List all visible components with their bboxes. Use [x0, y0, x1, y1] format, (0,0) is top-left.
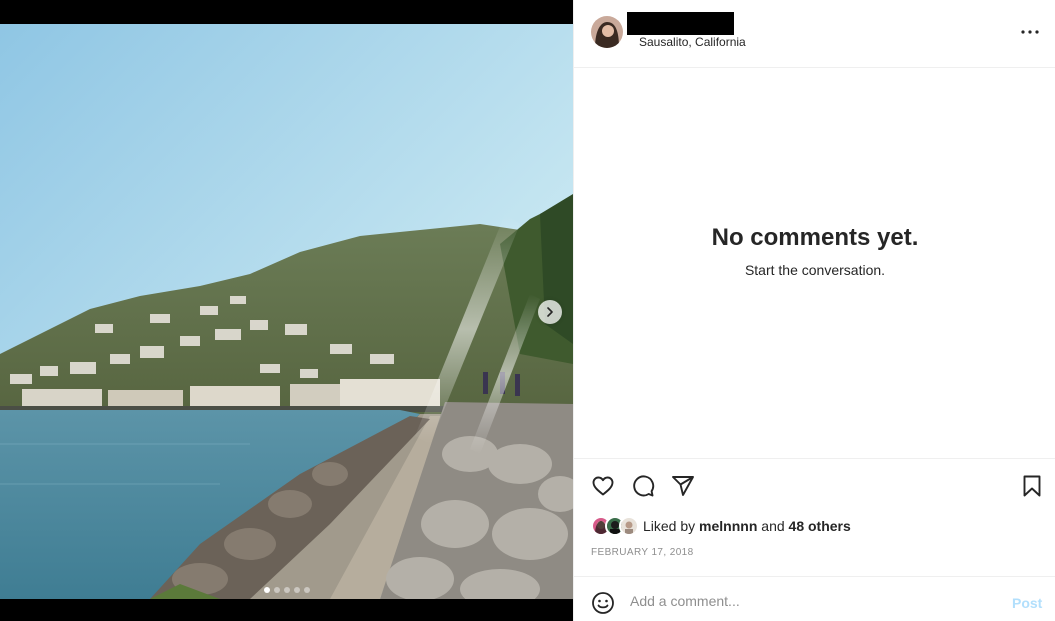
save-button[interactable]: [1020, 474, 1044, 498]
carousel-dot: [263, 587, 270, 593]
username-redacted[interactable]: [627, 12, 734, 35]
empty-comments-title: No comments yet.: [711, 224, 919, 251]
comment-bubble-icon: [633, 475, 655, 497]
bookmark-icon: [1023, 475, 1041, 497]
chevron-right-icon: [547, 307, 553, 317]
comment-input[interactable]: [630, 589, 1000, 613]
post-media: [0, 0, 573, 621]
post-actions: Liked by melnnnn and 48 others FEBRUARY …: [574, 458, 1055, 576]
more-horizontal-icon: [1021, 30, 1039, 34]
post-date[interactable]: FEBRUARY 17, 2018: [591, 547, 694, 558]
carousel-dot: [273, 587, 280, 593]
avatar-photo: [591, 16, 623, 48]
comment-composer: Post: [574, 576, 1055, 621]
carousel-indicator: [0, 587, 573, 593]
post-header: Sausalito, California: [574, 0, 1055, 68]
emoji-button[interactable]: [591, 591, 615, 615]
carousel-dot: [283, 587, 290, 593]
liked-by-text: Liked by melnnnn and 48 others: [643, 518, 851, 534]
liker-username-link[interactable]: melnnnn: [699, 518, 757, 534]
post-photo[interactable]: [0, 24, 573, 599]
avatar[interactable]: [591, 16, 623, 48]
liked-by-conjunction: and: [761, 518, 785, 534]
comments-area: No comments yet. Start the conversation.: [574, 69, 1055, 458]
share-button[interactable]: [671, 474, 695, 498]
liked-by: Liked by melnnnn and 48 others: [591, 515, 851, 537]
like-button[interactable]: [591, 474, 615, 498]
liker-avatar[interactable]: [619, 516, 639, 536]
post-modal: Sausalito, California No comments yet. S…: [0, 0, 1055, 621]
others-likes-link[interactable]: 48 others: [789, 518, 851, 534]
comment-button[interactable]: [631, 474, 655, 498]
paper-plane-icon: [672, 476, 694, 496]
next-slide-button[interactable]: [538, 300, 562, 324]
photo-illustration: [0, 24, 573, 599]
more-options-button[interactable]: [1020, 24, 1040, 40]
liked-by-prefix: Liked by: [643, 518, 696, 534]
post-comment-button[interactable]: Post: [1012, 595, 1042, 611]
smiley-icon: [592, 592, 614, 614]
heart-icon: [592, 476, 614, 496]
carousel-dot: [303, 587, 310, 593]
post-location[interactable]: Sausalito, California: [639, 35, 746, 49]
post-side-panel: Sausalito, California No comments yet. S…: [573, 0, 1055, 621]
carousel-dot: [293, 587, 300, 593]
empty-comments-subtitle: Start the conversation.: [744, 262, 886, 278]
